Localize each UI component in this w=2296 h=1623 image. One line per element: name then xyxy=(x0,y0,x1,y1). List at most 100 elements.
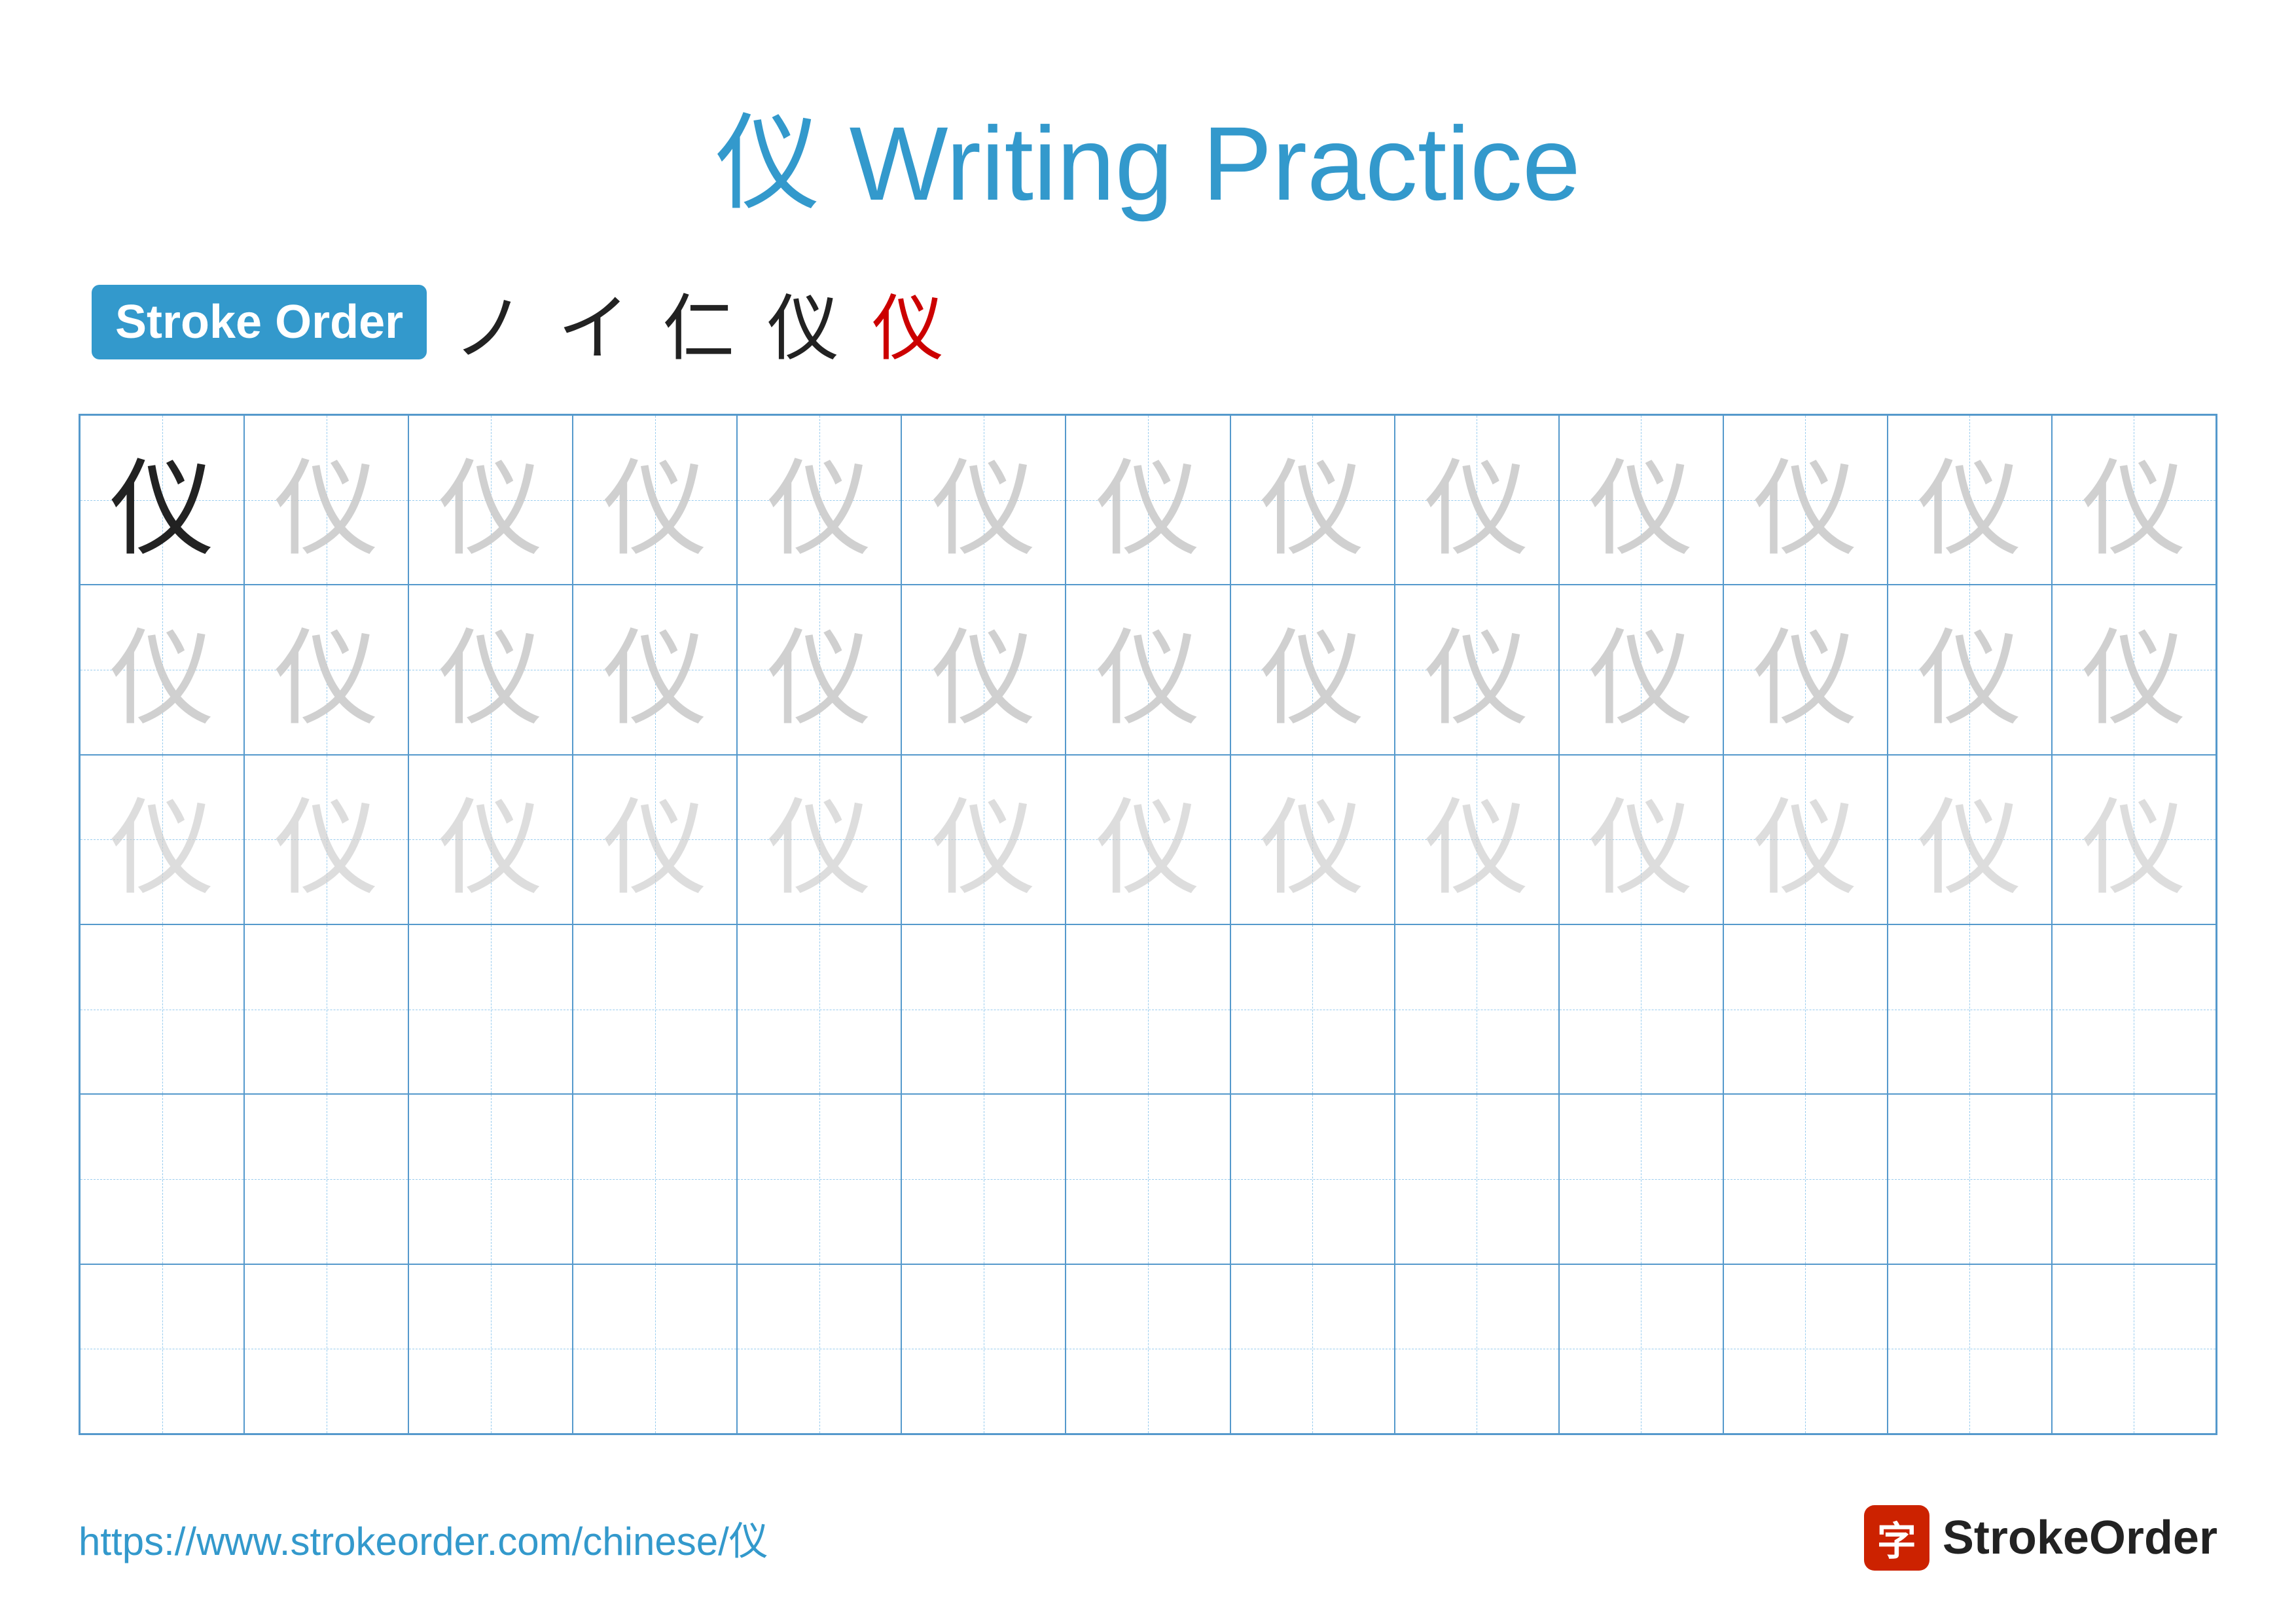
stroke-order-badge: Stroke Order xyxy=(92,285,427,359)
grid-cell xyxy=(1230,1264,1395,1434)
grid-char: 仪 xyxy=(1424,424,1529,576)
grid-cell xyxy=(1066,924,1230,1094)
grid-cell: 仪 xyxy=(80,755,244,924)
grid-cell: 仪 xyxy=(1888,585,2052,754)
grid-cell: 仪 xyxy=(244,755,408,924)
grid-cell: 仪 xyxy=(1559,755,1723,924)
grid-cell xyxy=(408,924,573,1094)
grid-cell xyxy=(1888,1094,2052,1264)
grid-cell: 仪 xyxy=(1230,415,1395,585)
grid-cell xyxy=(2052,1094,2216,1264)
grid-cell xyxy=(1888,1264,2052,1434)
grid-cell: 仪 xyxy=(901,585,1066,754)
grid-cell xyxy=(408,1264,573,1434)
page-title: 仪 Writing Practice xyxy=(715,105,1581,222)
grid-cell: 仪 xyxy=(2052,755,2216,924)
grid-char: 仪 xyxy=(931,763,1036,915)
grid-char: 仪 xyxy=(274,763,379,915)
grid-cell xyxy=(2052,1264,2216,1434)
stroke-step-1: ノ xyxy=(453,270,525,374)
grid-cell xyxy=(1395,924,1559,1094)
grid-cell xyxy=(1888,924,2052,1094)
footer: https://www.strokeorder.com/chinese/仪 字 … xyxy=(79,1505,2217,1571)
grid-char: 仪 xyxy=(767,763,872,915)
footer-logo: 字 StrokeOrder xyxy=(1864,1505,2217,1571)
grid-cell: 仪 xyxy=(1723,755,1888,924)
grid-cell xyxy=(901,924,1066,1094)
grid-char: 仪 xyxy=(1588,424,1693,576)
grid-cell xyxy=(408,1094,573,1264)
grid-cell: 仪 xyxy=(1395,755,1559,924)
grid-cell: 仪 xyxy=(408,415,573,585)
grid-cell: 仪 xyxy=(244,585,408,754)
grid-cell xyxy=(1395,1094,1559,1264)
grid-char: 仪 xyxy=(1753,594,1857,746)
grid-cell xyxy=(244,924,408,1094)
grid-char: 仪 xyxy=(1753,424,1857,576)
grid-cell: 仪 xyxy=(1230,585,1395,754)
grid-char: 仪 xyxy=(767,424,872,576)
grid-cell xyxy=(1723,924,1888,1094)
grid-cell: 仪 xyxy=(1723,585,1888,754)
stroke-step-5: 仪 xyxy=(872,270,944,374)
grid-cell: 仪 xyxy=(901,415,1066,585)
grid-cell: 仪 xyxy=(1066,415,1230,585)
title-section: 仪 Writing Practice xyxy=(79,79,2217,230)
grid-cell xyxy=(244,1094,408,1264)
grid-char: 仪 xyxy=(1096,594,1200,746)
grid-char: 仪 xyxy=(603,424,708,576)
grid-cell xyxy=(573,924,737,1094)
grid-cell xyxy=(80,1094,244,1264)
grid-cell: 仪 xyxy=(2052,585,2216,754)
grid-cell: 仪 xyxy=(573,415,737,585)
logo-icon: 字 xyxy=(1864,1505,1929,1571)
stroke-steps: ノ イ 仁 仪 仪 xyxy=(453,270,944,374)
grid-char: 仪 xyxy=(1588,594,1693,746)
grid-char: 仪 xyxy=(2081,594,2186,746)
grid-char: 仪 xyxy=(1260,594,1365,746)
grid-cell: 仪 xyxy=(2052,415,2216,585)
grid-cell: 仪 xyxy=(737,585,901,754)
grid-cell xyxy=(1723,1094,1888,1264)
grid-cell: 仪 xyxy=(1888,415,2052,585)
grid-cell: 仪 xyxy=(1230,755,1395,924)
grid-char: 仪 xyxy=(931,594,1036,746)
grid-cell: 仪 xyxy=(737,755,901,924)
grid-cell xyxy=(1395,1264,1559,1434)
grid-cell xyxy=(2052,924,2216,1094)
grid-cell: 仪 xyxy=(80,585,244,754)
page: 仪 Writing Practice Stroke Order ノ イ 仁 仪 … xyxy=(0,0,2296,1623)
grid-char: 仪 xyxy=(1917,424,2022,576)
grid-cell xyxy=(1230,1094,1395,1264)
grid-cell: 仪 xyxy=(1559,585,1723,754)
grid-cell: 仪 xyxy=(244,415,408,585)
grid-cell: 仪 xyxy=(408,585,573,754)
grid-cell: 仪 xyxy=(408,755,573,924)
stroke-step-4: 仪 xyxy=(767,270,839,374)
grid-char: 仪 xyxy=(1424,763,1529,915)
grid-char: 仪 xyxy=(603,594,708,746)
grid-cell xyxy=(573,1264,737,1434)
grid-cell: 仪 xyxy=(80,415,244,585)
grid-cell xyxy=(244,1264,408,1434)
grid-cell: 仪 xyxy=(1395,415,1559,585)
grid-cell: 仪 xyxy=(573,755,737,924)
grid-cell xyxy=(1230,924,1395,1094)
grid-cell: 仪 xyxy=(1395,585,1559,754)
grid-char: 仪 xyxy=(110,594,215,746)
stroke-step-2: イ xyxy=(558,270,630,374)
grid-cell xyxy=(80,1264,244,1434)
grid-cell xyxy=(1723,1264,1888,1434)
grid-cell xyxy=(901,1094,1066,1264)
grid-cell xyxy=(1066,1264,1230,1434)
grid-cell: 仪 xyxy=(1723,415,1888,585)
grid-char: 仪 xyxy=(2081,763,2186,915)
grid-char: 仪 xyxy=(274,594,379,746)
logo-text: StrokeOrder xyxy=(1943,1511,2217,1565)
grid-cell xyxy=(737,924,901,1094)
grid-char: 仪 xyxy=(1096,424,1200,576)
grid-cell: 仪 xyxy=(901,755,1066,924)
grid-cell xyxy=(1066,1094,1230,1264)
grid-cell xyxy=(1559,924,1723,1094)
grid-cell: 仪 xyxy=(573,585,737,754)
